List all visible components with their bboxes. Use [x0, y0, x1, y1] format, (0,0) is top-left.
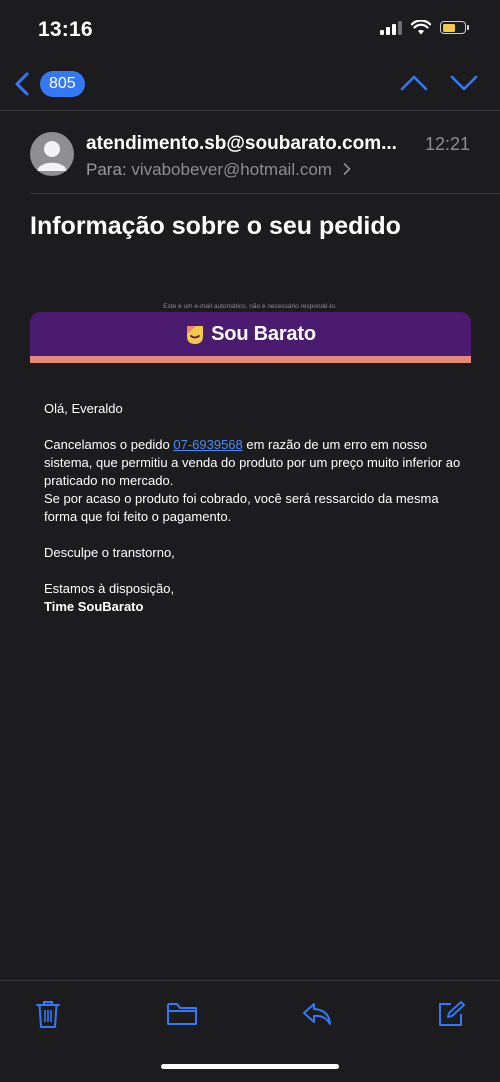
compose-icon[interactable]	[437, 1000, 465, 1028]
chevron-up-icon[interactable]	[400, 74, 428, 92]
email-subject: Informação sobre o seu pedido	[30, 212, 401, 240]
trash-icon[interactable]	[35, 999, 61, 1029]
chevron-right-icon[interactable]	[343, 163, 351, 175]
tag-icon	[187, 325, 204, 344]
signal-icon	[380, 20, 402, 35]
brand-logo: Sou Barato	[30, 323, 471, 346]
email-header: atendimento.sb@soubarato.com... 12:21 Pa…	[0, 120, 500, 190]
paragraph-cancellation: Cancelamos o pedido 07-6939568 em razão …	[44, 436, 474, 490]
folder-icon[interactable]	[166, 1001, 198, 1027]
email-body: Olá, Everaldo Cancelamos o pedido 07-693…	[44, 400, 474, 616]
banner-stripe	[30, 356, 471, 363]
reply-icon[interactable]	[301, 1001, 333, 1027]
closing: Estamos à disposição,	[44, 581, 175, 596]
apology: Desculpe o transtorno,	[44, 545, 175, 560]
back-chevron-icon[interactable]	[14, 72, 30, 96]
battery-icon	[440, 21, 469, 34]
paragraph-refund: Se por acaso o produto foi cobrado, você…	[44, 491, 439, 524]
to-label: Para:	[86, 160, 127, 179]
brand-name: Sou Barato	[211, 323, 316, 345]
status-icons	[380, 20, 469, 35]
nav-bar: 805	[0, 62, 500, 106]
status-time: 13:16	[38, 18, 93, 41]
bottom-toolbar	[0, 980, 500, 1051]
nav-divider	[0, 110, 500, 111]
person-icon	[37, 141, 67, 171]
wifi-icon	[411, 20, 431, 35]
header-divider	[30, 193, 500, 194]
para1-text: Cancelamos o pedido	[44, 437, 174, 452]
back-count-badge[interactable]: 805	[40, 71, 85, 97]
order-link[interactable]: 07-6939568	[173, 437, 242, 452]
signature: Time SouBarato	[44, 599, 144, 614]
auto-message-note: Este é um e-mail automático, não é neces…	[163, 303, 337, 310]
greeting: Olá, Everaldo	[44, 401, 123, 416]
home-indicator[interactable]	[161, 1064, 339, 1069]
chevron-down-icon[interactable]	[450, 74, 478, 92]
received-time: 12:21	[424, 134, 470, 154]
sender-address[interactable]: atendimento.sb@soubarato.com...	[86, 133, 397, 155]
avatar[interactable]	[30, 132, 74, 176]
brand-banner: Sou Barato	[30, 312, 471, 358]
status-bar: 13:16	[0, 0, 500, 60]
recipient-line[interactable]: Para: vivabobever@hotmail.com	[86, 160, 351, 180]
recipient-address[interactable]: vivabobever@hotmail.com	[131, 160, 332, 179]
